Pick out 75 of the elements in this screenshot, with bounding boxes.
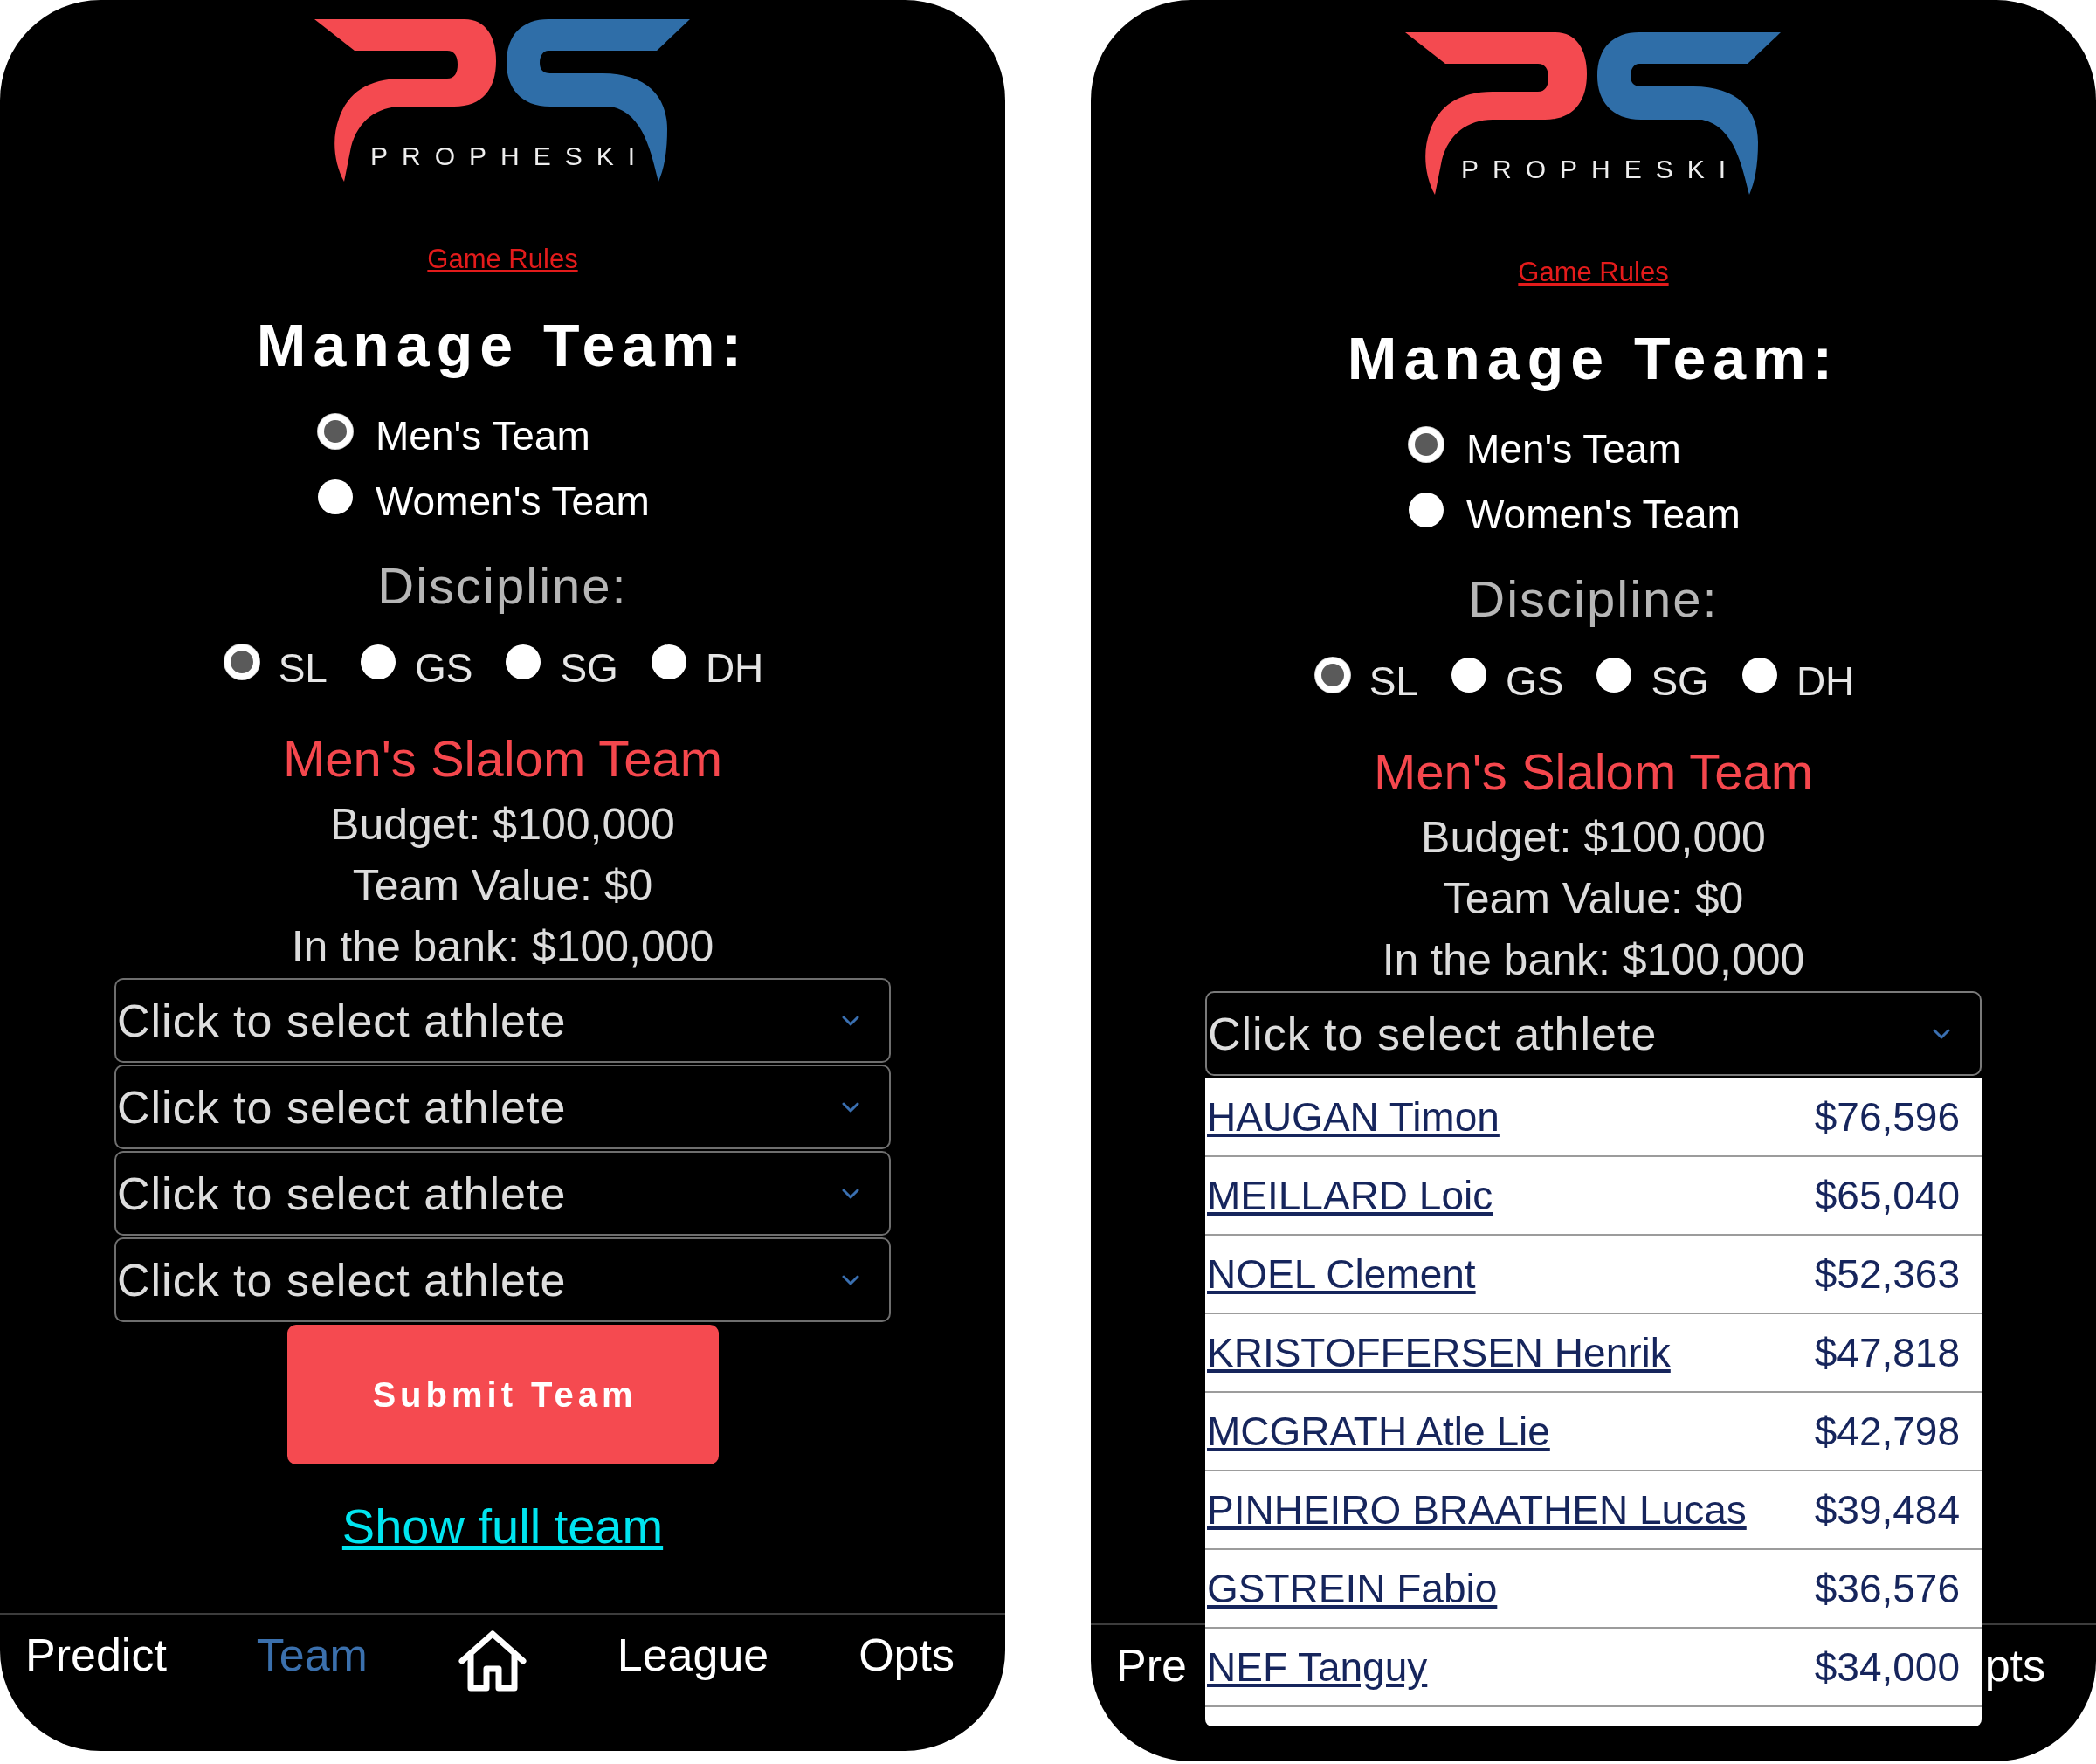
- athlete-name-link[interactable]: MEILLARD Loic: [1207, 1172, 1493, 1219]
- radio-button[interactable]: [1596, 658, 1632, 693]
- radio-button[interactable]: [1409, 492, 1444, 527]
- radio-label: Men's Team: [376, 412, 590, 460]
- game-rules-link[interactable]: Game Rules: [1518, 257, 1669, 288]
- page-title: Manage Team:: [1347, 324, 1840, 393]
- athlete-price: $65,040: [1814, 1172, 1960, 1219]
- radio-label: SL: [278, 644, 328, 693]
- athlete-name-link[interactable]: MCGRATH Atle Lie: [1207, 1408, 1550, 1455]
- submit-button[interactable]: Submit Team: [286, 1325, 719, 1464]
- radio-button[interactable]: [224, 644, 259, 679]
- team-stat-text: In the bank: $100,000: [1382, 934, 1805, 986]
- athlete-price: $39,484: [1814, 1486, 1960, 1533]
- logo-wordmark: PROPHESKI: [369, 142, 650, 170]
- radio-label: Women's Team: [1466, 491, 1741, 539]
- discipline-label: Discipline:: [377, 556, 628, 616]
- radio-label: DH: [705, 644, 764, 693]
- nav-tab[interactable]: Opts: [858, 1629, 955, 1681]
- athlete-name-link[interactable]: NOEL Clement: [1207, 1251, 1476, 1298]
- radio-button[interactable]: [360, 644, 396, 679]
- athlete-name-link[interactable]: KRISTOFFERSEN Henrik: [1207, 1329, 1671, 1376]
- team-stat-text: In the bank: $100,000: [291, 921, 714, 973]
- team-stat-text: Budget: $100,000: [1421, 812, 1766, 864]
- team-heading: Men's Slalom Team: [1373, 742, 1814, 802]
- page-title: Manage Team:: [256, 311, 749, 380]
- nav-tab[interactable]: Team: [256, 1629, 368, 1681]
- team-heading: Men's Slalom Team: [282, 729, 723, 789]
- radio-label: Men's Team: [1466, 425, 1681, 473]
- athlete-select[interactable]: Click to select athlete: [114, 1065, 891, 1149]
- nav-tab[interactable]: pts: [1984, 1639, 2045, 1692]
- logo-wordmark: PROPHESKI: [1459, 155, 1741, 183]
- team-stat-text: Budget: $100,000: [330, 799, 675, 851]
- show-full-team-link[interactable]: Show full team: [341, 1496, 664, 1557]
- athlete-price: $36,576: [1814, 1565, 1960, 1612]
- athlete-price: $34,000: [1814, 1643, 1960, 1691]
- athlete-name-link[interactable]: PINHEIRO BRAATHEN Lucas: [1207, 1486, 1747, 1533]
- radio-label: SG: [560, 644, 618, 693]
- home-icon[interactable]: [457, 1629, 527, 1692]
- chevron-down-icon: [842, 1188, 859, 1199]
- athlete-price: $47,818: [1814, 1329, 1960, 1376]
- team-stat-text: Team Value: $0: [352, 860, 653, 912]
- nav-tab[interactable]: Predict: [25, 1629, 167, 1681]
- athlete-select[interactable]: Click to select athlete: [114, 1237, 891, 1322]
- athlete-select[interactable]: Click to select athlete: [1205, 991, 1982, 1076]
- radio-label: SL: [1369, 658, 1418, 706]
- athlete-select[interactable]: Click to select athlete: [114, 1151, 891, 1236]
- athlete-price: $52,363: [1814, 1251, 1960, 1298]
- radio-button[interactable]: [506, 644, 541, 679]
- radio-button[interactable]: [1314, 658, 1350, 693]
- radio-button[interactable]: [318, 413, 353, 449]
- nav-tab[interactable]: League: [617, 1629, 769, 1681]
- athlete-select[interactable]: Click to select athlete: [114, 978, 891, 1063]
- radio-button[interactable]: [1741, 658, 1777, 693]
- athlete-name-link[interactable]: NEF Tanguy: [1207, 1643, 1428, 1691]
- athlete-name-link[interactable]: GSTREIN Fabio: [1207, 1565, 1498, 1612]
- athlete-name-link[interactable]: HAUGAN Timon: [1207, 1093, 1500, 1140]
- nav-tab[interactable]: Pre: [1116, 1639, 1187, 1692]
- discipline-label: Discipline:: [1468, 569, 1719, 629]
- athlete-price: $76,596: [1814, 1093, 1960, 1140]
- athlete-price: $42,798: [1814, 1408, 1960, 1455]
- radio-label: GS: [414, 644, 473, 693]
- team-stat-text: Team Value: $0: [1443, 873, 1744, 925]
- game-rules-link[interactable]: Game Rules: [427, 244, 578, 275]
- chevron-down-icon: [842, 1015, 859, 1026]
- chevron-down-icon: [842, 1274, 859, 1285]
- radio-button[interactable]: [651, 644, 686, 679]
- radio-button[interactable]: [318, 479, 353, 514]
- chevron-down-icon: [842, 1101, 859, 1113]
- radio-label: DH: [1796, 658, 1855, 706]
- radio-label: Women's Team: [376, 478, 650, 526]
- chevron-down-icon: [1933, 1028, 1950, 1039]
- radio-button[interactable]: [1409, 426, 1444, 462]
- radio-label: GS: [1505, 658, 1564, 706]
- radio-button[interactable]: [1451, 658, 1486, 693]
- radio-label: SG: [1651, 658, 1709, 706]
